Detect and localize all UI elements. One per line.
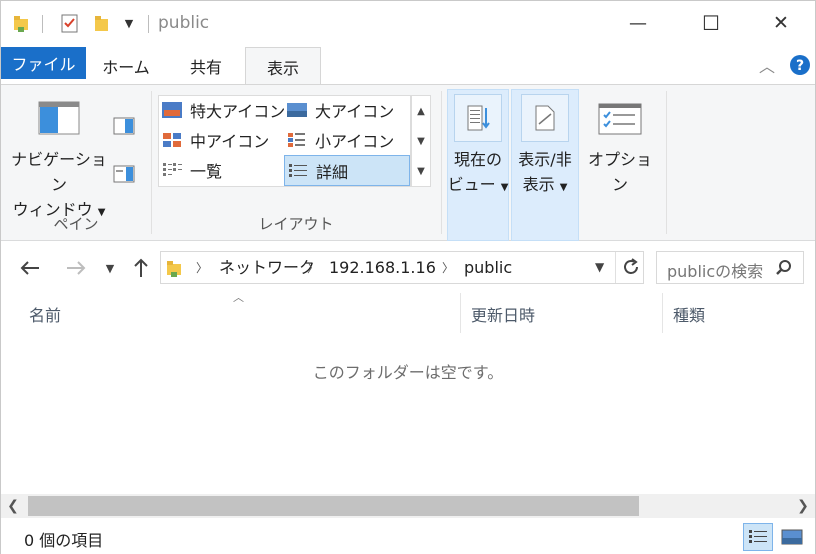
title-separator bbox=[42, 15, 43, 33]
collapse-ribbon-chevron-icon[interactable]: ︿ bbox=[759, 53, 775, 77]
tab-file[interactable]: ファイル bbox=[1, 47, 86, 79]
show-hide-icon bbox=[521, 94, 569, 142]
address-history-chevron-icon[interactable]: ▼ bbox=[595, 260, 604, 274]
new-folder-icon[interactable] bbox=[91, 12, 113, 34]
details-pane-icon[interactable] bbox=[113, 165, 135, 187]
show-hide-label: 表示/非 表示 ▼ bbox=[509, 147, 581, 200]
navigation-bar: ▼ 〉 ネットワーク 〉 192.168.1.16 〉 public ▼ pub… bbox=[1, 241, 815, 293]
refresh-icon[interactable] bbox=[621, 257, 641, 281]
empty-folder-message: このフォルダーは空です。 bbox=[312, 363, 504, 382]
breadcrumb-separator-icon[interactable]: 〉 bbox=[307, 259, 319, 276]
current-view-line1: 現在の bbox=[453, 150, 502, 169]
small-icons-icon bbox=[287, 131, 307, 149]
breadcrumb-separator-icon[interactable]: 〉 bbox=[442, 259, 454, 276]
search-icon[interactable] bbox=[775, 259, 793, 281]
column-header-type[interactable]: 種類 bbox=[673, 293, 803, 335]
address-divider bbox=[615, 252, 616, 283]
maximize-button[interactable]: ☐ bbox=[686, 1, 736, 45]
list-icon bbox=[162, 161, 182, 179]
forward-arrow-icon[interactable] bbox=[63, 255, 89, 281]
minimize-button[interactable]: — bbox=[613, 1, 663, 45]
search-box[interactable]: publicの検索 bbox=[656, 251, 804, 284]
extra-large-icons-icon bbox=[162, 101, 182, 119]
navigation-pane-icon[interactable] bbox=[38, 101, 80, 139]
scroll-right-icon[interactable]: ❯ bbox=[791, 494, 815, 518]
layout-small-icons[interactable]: 小アイコン bbox=[287, 126, 409, 154]
pane-group-label: ペイン bbox=[53, 215, 99, 233]
layout-item-label: 小アイコン bbox=[315, 132, 395, 151]
layout-group-label: レイアウト bbox=[258, 215, 334, 233]
folder-app-icon[interactable] bbox=[11, 12, 31, 34]
scrollbar-thumb[interactable] bbox=[28, 496, 639, 516]
horizontal-scrollbar[interactable]: ❮ ❯ bbox=[1, 494, 815, 518]
column-header-name[interactable]: 名前 bbox=[29, 293, 449, 335]
svg-text:?: ? bbox=[796, 58, 804, 74]
breadcrumb-public[interactable]: public bbox=[464, 258, 512, 278]
layout-gallery: 特大アイコン 大アイコン 中アイコン 小アイコン 一覧 詳細 bbox=[158, 95, 411, 187]
medium-icons-icon bbox=[162, 131, 182, 149]
column-header-date-modified[interactable]: 更新日時 bbox=[471, 293, 651, 335]
gallery-expand-icon[interactable]: ▼ bbox=[412, 156, 430, 186]
breadcrumb-host[interactable]: 192.168.1.16 bbox=[329, 258, 436, 278]
details-icon bbox=[288, 162, 308, 180]
group-separator bbox=[151, 91, 152, 234]
ribbon-tabs: ファイル ホーム 共有 表示 ︿ ? bbox=[1, 45, 815, 86]
preview-pane-icon[interactable] bbox=[113, 117, 135, 139]
layout-gallery-scroll: ▲ ▼ ▼ bbox=[411, 95, 431, 187]
back-arrow-icon[interactable] bbox=[17, 255, 43, 281]
layout-item-label: 特大アイコン bbox=[190, 102, 286, 121]
ribbon-view-panel: ナビゲーション ウィンドウ ▼ ペイン 特大アイコン 大アイコン 中アイコン 小… bbox=[1, 84, 815, 241]
customize-toolbar-dropdown-icon[interactable]: ▼ bbox=[119, 12, 139, 34]
layout-item-label: 中アイコン bbox=[190, 132, 270, 151]
details-view-toggle-icon[interactable] bbox=[743, 523, 773, 551]
recent-locations-chevron-icon[interactable]: ▼ bbox=[101, 255, 119, 281]
layout-item-label: 大アイコン bbox=[315, 102, 395, 121]
window-title: public bbox=[158, 13, 210, 33]
help-icon[interactable]: ? bbox=[789, 54, 811, 80]
tab-view[interactable]: 表示 bbox=[245, 47, 321, 86]
item-count: 0 個の項目 bbox=[24, 531, 104, 550]
tab-share[interactable]: 共有 bbox=[171, 47, 241, 85]
close-button[interactable]: ✕ bbox=[756, 1, 806, 45]
layout-large-icons[interactable]: 大アイコン bbox=[287, 96, 409, 124]
current-view-line2: ビュー ▼ bbox=[447, 175, 509, 194]
breadcrumb-network[interactable]: ネットワーク bbox=[219, 258, 315, 278]
sort-by-icon bbox=[454, 94, 502, 142]
options-icon[interactable] bbox=[598, 103, 642, 139]
show-hide-line1: 表示/非 bbox=[518, 150, 572, 169]
large-icons-icon bbox=[287, 101, 307, 119]
show-hide-line2: 表示 ▼ bbox=[522, 175, 568, 194]
layout-list[interactable]: 一覧 bbox=[162, 156, 286, 184]
tab-home[interactable]: ホーム bbox=[91, 47, 161, 85]
layout-item-label: 一覧 bbox=[190, 162, 223, 181]
layout-extra-large-icons[interactable]: 特大アイコン bbox=[162, 96, 286, 124]
group-separator bbox=[441, 91, 442, 234]
up-arrow-icon[interactable] bbox=[129, 255, 153, 281]
scroll-left-icon[interactable]: ❮ bbox=[1, 494, 25, 518]
layout-details[interactable]: 詳細 bbox=[284, 155, 410, 186]
layout-item-label: 詳細 bbox=[316, 162, 349, 182]
gallery-scroll-up-icon[interactable]: ▲ bbox=[412, 96, 430, 126]
gallery-scroll-down-icon[interactable]: ▼ bbox=[412, 126, 430, 156]
current-view-label: 現在の ビュー ▼ bbox=[447, 147, 509, 200]
file-explorer-window: ▼ public — ☐ ✕ ファイル ホーム 共有 表示 ︿ ? ナビゲーショ… bbox=[0, 0, 816, 554]
title-separator-2 bbox=[148, 15, 149, 33]
breadcrumb-separator-icon[interactable]: 〉 bbox=[196, 259, 208, 276]
network-folder-icon bbox=[165, 257, 183, 283]
address-bar[interactable]: 〉 ネットワーク 〉 192.168.1.16 〉 public ▼ bbox=[160, 251, 644, 284]
dropdown-arrow-icon: ▼ bbox=[500, 182, 509, 193]
options-button[interactable]: オプション bbox=[583, 147, 657, 197]
search-placeholder: publicの検索 bbox=[667, 262, 764, 281]
large-icons-view-toggle-icon[interactable] bbox=[777, 523, 807, 551]
dropdown-arrow-icon: ▼ bbox=[559, 182, 568, 193]
properties-icon[interactable] bbox=[59, 12, 81, 34]
column-separator[interactable] bbox=[662, 293, 663, 333]
nav-pane-label-line1: ナビゲーション bbox=[11, 150, 107, 194]
status-bar: 0 個の項目 bbox=[1, 518, 815, 554]
title-bar: ▼ public — ☐ ✕ bbox=[1, 1, 815, 45]
column-separator[interactable] bbox=[460, 293, 461, 333]
layout-medium-icons[interactable]: 中アイコン bbox=[162, 126, 286, 154]
group-separator bbox=[666, 91, 667, 234]
